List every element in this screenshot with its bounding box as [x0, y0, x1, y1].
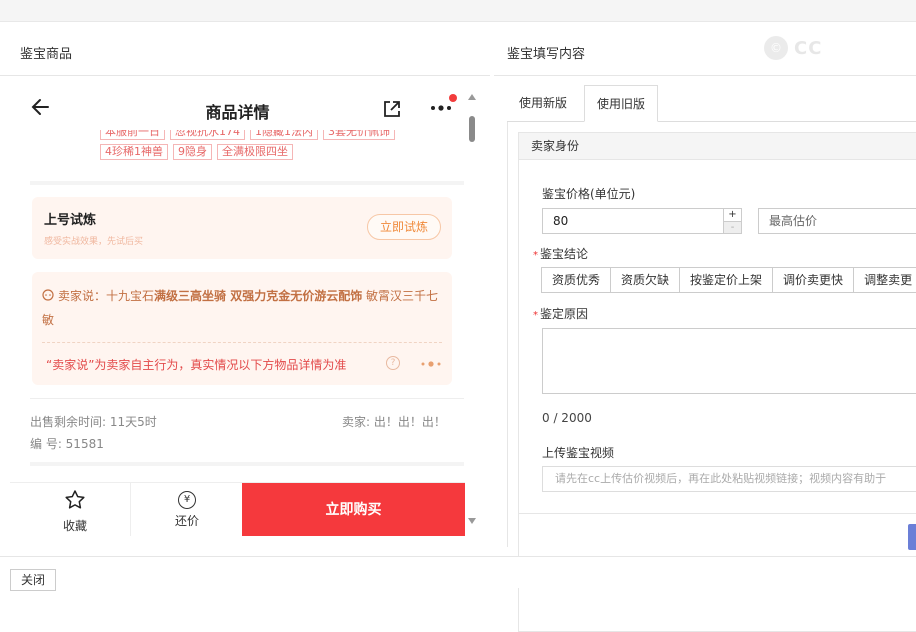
tag-list: 本服前一日 忽视抗水174 1隐藏1法内 3套无价佩饰 4珍稀1神兽 9隐身 全… [100, 130, 440, 170]
required-mark: * [533, 250, 538, 261]
reason-label: * 鉴定原因 [533, 305, 588, 322]
section-title: 卖家身份 [519, 133, 916, 160]
buy-now-button[interactable]: 立即购买 [242, 483, 465, 536]
divider [130, 483, 131, 536]
version-tabs: 使用新版 使用旧版 [507, 85, 916, 122]
share-icon[interactable] [382, 99, 402, 119]
tag: 忽视抗水174 [170, 130, 245, 140]
watermark-logo-icon: © [764, 36, 788, 60]
right-panel-header: 鉴宝填写内容 © CC [494, 22, 916, 76]
tag: 4珍稀1神兽 [100, 144, 168, 160]
reason-label-text: 鉴定原因 [540, 307, 589, 321]
watermark-text: CC [794, 37, 823, 59]
tag: 1隐藏1法内 [250, 130, 318, 140]
yen-icon: ¥ [178, 491, 196, 509]
conclusion-option[interactable]: 资质欠缺 [610, 267, 681, 293]
tag: 9隐身 [173, 144, 212, 160]
tab-new-version[interactable]: 使用新版 [507, 85, 579, 122]
seller-says-highlight: 满级三高坐骑 双强力克金无价游云配饰 [154, 289, 363, 303]
reason-textarea[interactable] [542, 328, 916, 394]
item-code: 编 号: 51581 [30, 437, 104, 451]
sale-remaining-time: 出售剩余时间: 11天5时 [30, 415, 157, 429]
char-count: 0 / 2000 [542, 411, 592, 425]
bottom-action-bar: 收藏 ¥ 还价 立即购买 [10, 482, 465, 536]
max-price-input[interactable]: 最高估价 [758, 208, 916, 234]
notification-dot [449, 94, 457, 102]
divider [30, 398, 464, 399]
tag: 本服前一日 [100, 130, 165, 140]
watermark: © CC [764, 34, 884, 62]
conclusion-option[interactable]: 调价卖更快 [772, 267, 855, 293]
phone-preview: 商品详情 本服前一日 忽视抗水174 1隐藏1法内 3套无价佩饰 4珍稀1神兽 … [10, 84, 465, 536]
offer-label: 还价 [174, 514, 199, 528]
price-input[interactable]: 80 [542, 208, 742, 234]
window-top-bar [0, 0, 916, 22]
seller-says-text: 卖家说：十九宝石满级三高坐骑 双强力克金无价游云配饰 敏霄汉三千七敏 [42, 284, 442, 332]
price-stepper[interactable]: + - [723, 209, 741, 233]
trial-card: 上号试炼 感受实战效果，先试后买 立即试炼 [32, 197, 452, 259]
favorite-label: 收藏 [62, 519, 87, 533]
decrement-icon[interactable]: - [724, 221, 741, 233]
conclusion-option[interactable]: 资质优秀 [541, 267, 612, 293]
phone-nav-bar: 商品详情 [10, 84, 465, 130]
favorite-button[interactable]: 收藏 [40, 489, 110, 534]
trial-title: 上号试炼 [44, 213, 97, 228]
offer-button[interactable]: ¥ 还价 [152, 491, 222, 529]
left-panel-header: 鉴宝商品 [0, 22, 490, 76]
dialog-footer: 关闭 [0, 556, 916, 591]
seller-says-card: 卖家说：十九宝石满级三高坐骑 双强力克金无价游云配饰 敏霄汉三千七敏 “卖家说”… [32, 272, 452, 385]
video-label: 上传鉴宝视频 [542, 446, 615, 460]
section-footer-divider [519, 513, 916, 514]
seller-says-disclaimer: “卖家说”为卖家自主行为，真实情况以下方物品详情为准 [46, 358, 347, 372]
seller-says-prefix: 卖家说：十九宝石 [58, 289, 155, 303]
scroll-down-arrow-icon[interactable] [468, 518, 476, 524]
submit-button[interactable]: 提 [908, 524, 916, 550]
price-label: 鉴宝价格(单位元) [542, 187, 636, 201]
tag: 全满极限四坐 [217, 144, 293, 160]
conclusion-label: * 鉴宝结论 [533, 245, 588, 262]
trial-subtitle: 感受实战效果，先试后买 [44, 237, 144, 247]
divider [30, 181, 464, 185]
tab-old-version[interactable]: 使用旧版 [584, 85, 659, 122]
increment-icon[interactable]: + [724, 209, 741, 221]
divider [30, 462, 464, 466]
question-icon[interactable]: ? [386, 356, 400, 370]
conclusion-option[interactable]: 按鉴定价上架 [679, 267, 774, 293]
loading-dots-icon [421, 361, 441, 367]
trial-button[interactable]: 立即试炼 [367, 214, 441, 240]
conclusion-option[interactable]: 调整卖更 [853, 267, 916, 293]
scroll-up-arrow-icon[interactable] [468, 94, 476, 100]
video-link-input[interactable]: 请先在cc上传估价视频后，再在此处粘贴视频链接；视频内容有助于 [542, 466, 916, 492]
left-panel-title: 鉴宝商品 [20, 47, 73, 62]
conclusion-options: 资质优秀 资质欠缺 按鉴定价上架 调价卖更快 调整卖更 [541, 267, 916, 293]
dashed-divider [42, 342, 442, 343]
right-panel-title: 鉴宝填写内容 [507, 47, 586, 62]
scroll-thumb[interactable] [469, 116, 475, 142]
phone-scrollbar[interactable] [466, 90, 478, 530]
required-mark: * [533, 310, 538, 321]
conclusion-label-text: 鉴宝结论 [540, 247, 589, 261]
appraisal-form: 卖家身份 鉴宝价格(单位元) 80 + - 最高估价 * 鉴宝结论 资质优秀 资质… [507, 122, 916, 632]
star-icon [65, 490, 85, 509]
tag: 3套无价佩饰 [323, 130, 395, 140]
seller-name: 卖家: 出！出！出！ [342, 415, 446, 429]
